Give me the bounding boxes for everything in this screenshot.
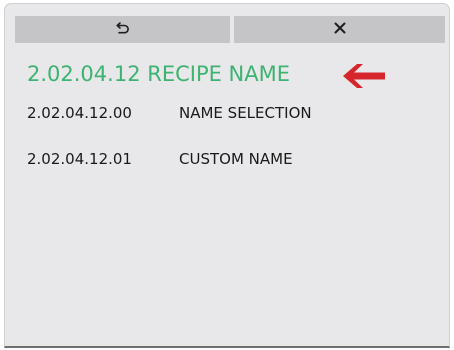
- screen-panel: 2.02.04.12 RECIPE NAME 2.02.04.12.00 NAM…: [4, 3, 450, 348]
- menu-item-label: CUSTOM NAME: [179, 150, 293, 168]
- left-arrow-icon: [342, 62, 386, 94]
- menu-item-code: 2.02.04.12.01: [27, 150, 132, 168]
- menu-item-code: 2.02.04.12.00: [27, 104, 132, 122]
- page-header: 2.02.04.12 RECIPE NAME: [27, 60, 427, 96]
- back-button[interactable]: [15, 16, 230, 43]
- undo-arrow-icon: [115, 20, 131, 40]
- close-button[interactable]: [234, 16, 445, 43]
- top-toolbar: [15, 16, 447, 43]
- menu-item-custom-name[interactable]: 2.02.04.12.01 CUSTOM NAME: [27, 150, 427, 174]
- menu-item-name-selection[interactable]: 2.02.04.12.00 NAME SELECTION: [27, 104, 427, 128]
- menu-item-label: NAME SELECTION: [179, 104, 312, 122]
- close-x-icon: [333, 20, 347, 39]
- page-title: 2.02.04.12 RECIPE NAME: [27, 62, 291, 86]
